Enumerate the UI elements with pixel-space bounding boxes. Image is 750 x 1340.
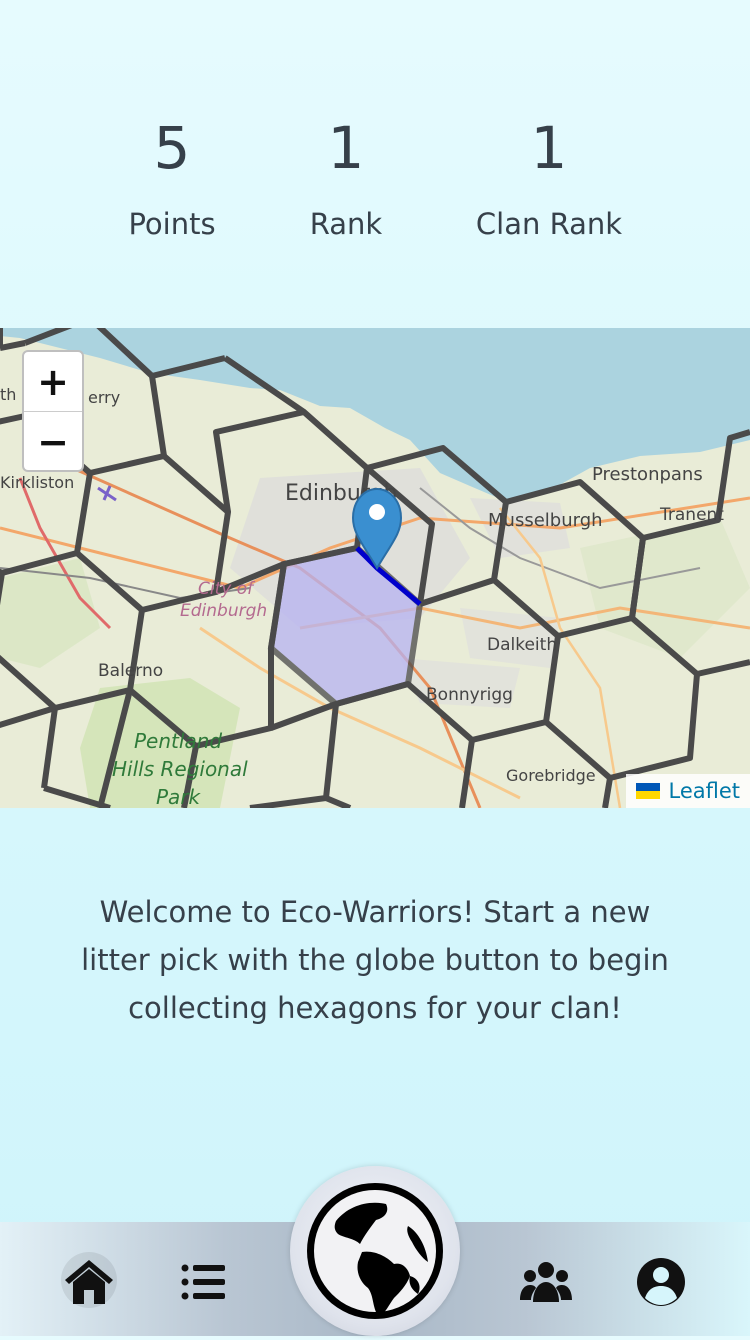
label-pentland-1: Pentland [134, 729, 222, 753]
zoom-control: + − [22, 350, 84, 472]
label-edge: th [0, 385, 16, 404]
label-pentland-2: Hills Regional [112, 757, 248, 781]
label-city-of: City of [198, 579, 256, 599]
label-gorebridge: Gorebridge [506, 766, 596, 785]
label-dalkeith: Dalkeith [487, 635, 557, 655]
zoom-in-button[interactable]: + [24, 352, 82, 412]
nav-profile-button[interactable] [631, 1252, 691, 1312]
map-attribution[interactable]: Leaflet [626, 774, 750, 808]
label-bonnyrigg: Bonnyrigg [426, 685, 513, 705]
clan-rank-label: Clan Rank [475, 207, 623, 241]
nav-list-button[interactable] [173, 1252, 233, 1312]
label-pentland-3: Park [156, 785, 202, 808]
map-view[interactable]: Edinburgh Musselburgh Prestonpans Tranen… [0, 328, 750, 808]
globe-icon [307, 1183, 443, 1319]
points-stat: 5 Points [72, 110, 272, 244]
start-litter-pick-button[interactable] [290, 1166, 460, 1336]
zoom-out-button[interactable]: − [24, 412, 82, 470]
label-queensferry: erry [88, 388, 120, 407]
stats-row: 5 Points 1 Rank 1 Clan Rank [0, 110, 750, 250]
label-prestonpans: Prestonpans [592, 464, 703, 485]
clan-rank-stat: 1 Clan Rank [449, 110, 649, 244]
label-kirkliston: Kirkliston [0, 473, 74, 492]
users-icon [520, 1262, 572, 1302]
nav-clan-button[interactable] [516, 1252, 576, 1312]
home-icon [65, 1260, 113, 1304]
attribution-link[interactable]: Leaflet [668, 774, 740, 808]
ukraine-flag-icon [636, 783, 661, 799]
rank-label: Rank [309, 207, 383, 241]
points-label: Points [128, 207, 216, 241]
map-canvas[interactable]: Edinburgh Musselburgh Prestonpans Tranen… [0, 328, 750, 808]
label-musselburgh: Musselburgh [488, 510, 603, 531]
label-balerno: Balerno [98, 661, 163, 681]
label-city-edinburgh: Edinburgh [180, 601, 267, 621]
clan-rank-value: 1 [530, 114, 568, 182]
nav-home-button[interactable] [59, 1252, 119, 1312]
rank-value: 1 [327, 114, 365, 182]
points-value: 5 [153, 114, 191, 182]
profile-icon [637, 1258, 685, 1306]
rank-stat: 1 Rank [246, 110, 446, 244]
label-tranent: Tranent [659, 505, 724, 525]
welcome-message: Welcome to Eco-Warriors! Start a new lit… [81, 895, 669, 1025]
list-icon [181, 1264, 225, 1300]
